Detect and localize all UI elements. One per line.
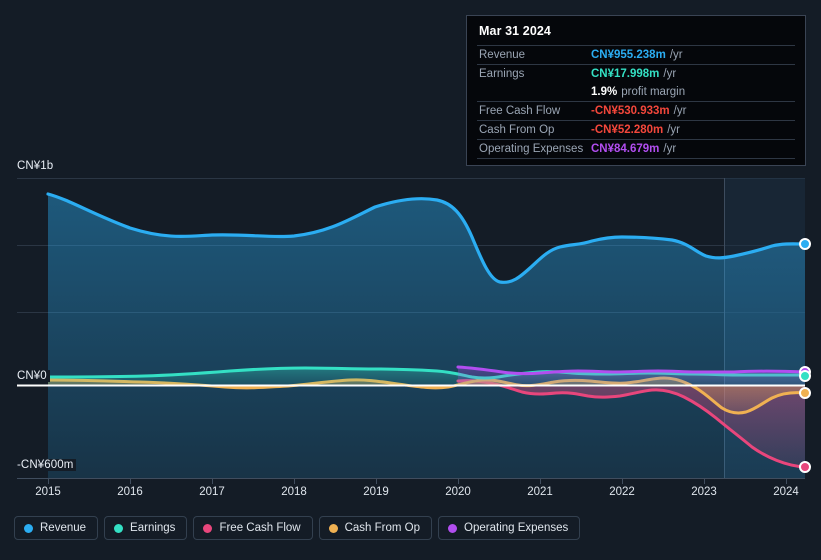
- tooltip-value-profit-margin: 1.9%: [591, 86, 618, 98]
- tooltip-value-free-cash-flow: -CN¥530.933m: [591, 105, 670, 117]
- legend-item-earnings[interactable]: Earnings: [104, 516, 188, 540]
- legend-item-operating-expenses[interactable]: Operating Expenses: [438, 516, 581, 540]
- earnings-end-marker: [799, 370, 811, 382]
- x-axis-label-2022: 2022: [609, 486, 635, 498]
- free-cash-flow-end-marker: [799, 461, 811, 473]
- legend-dot-operating-expenses: [448, 523, 458, 533]
- x-axis-label-2015: 2015: [35, 486, 61, 498]
- x-axis-label-2020: 2020: [445, 486, 471, 498]
- tooltip-unit-revenue: /yr: [669, 49, 683, 61]
- tooltip-label-earnings: Earnings: [479, 68, 525, 80]
- tooltip-unit-earnings: /yr: [663, 68, 677, 80]
- y-axis-label-bottom: -CN¥600m: [0, 459, 77, 471]
- tooltip-unit-free-cash-flow: /yr: [673, 105, 687, 117]
- cash-from-op-end-marker: [799, 387, 811, 399]
- tooltip-label-cash-from-op: Cash From Op: [479, 124, 555, 136]
- tooltip-row-revenue: Revenue CN¥955.238m /yr: [477, 45, 795, 64]
- legend-dot-cash-from-op: [328, 523, 338, 533]
- legend-item-revenue[interactable]: Revenue: [14, 516, 99, 540]
- legend-label-free-cash-flow: Free Cash Flow: [219, 522, 301, 534]
- tooltip-value-revenue: CN¥955.238m: [591, 49, 666, 61]
- x-axis-label-2023: 2023: [691, 486, 717, 498]
- tooltip-row-cash-from-op: Cash From Op -CN¥52.280m /yr: [477, 120, 795, 139]
- tooltip-row-profit-margin: 1.9% profit margin: [477, 83, 795, 101]
- tooltip-row-earnings: Earnings CN¥17.998m /yr: [477, 64, 795, 83]
- legend-label-earnings: Earnings: [130, 522, 176, 534]
- tooltip-label-revenue: Revenue: [479, 49, 526, 61]
- legend-dot-earnings: [114, 523, 124, 533]
- tooltip-unit-cash-from-op: /yr: [667, 124, 681, 136]
- x-axis-label-2016: 2016: [117, 486, 143, 498]
- tooltip-row-operating-expenses: Operating Expenses CN¥84.679m /yr: [477, 139, 795, 159]
- tooltip-value-earnings: CN¥17.998m: [591, 68, 660, 80]
- x-axis-label-2017: 2017: [199, 486, 225, 498]
- x-axis-label-2018: 2018: [281, 486, 307, 498]
- tooltip-label-free-cash-flow: Free Cash Flow: [479, 105, 561, 117]
- legend-dot-revenue: [24, 523, 33, 533]
- tooltip-date: Mar 31 2024: [479, 24, 551, 38]
- financial-chart-widget: CN¥1b CN¥0 -CN¥600m 2015 2016 2017 2018 …: [0, 0, 821, 560]
- chart-legend: Revenue Earnings Free Cash Flow Cash Fro…: [14, 516, 581, 540]
- y-axis-label-zero: CN¥0: [0, 370, 50, 382]
- tooltip-value-operating-expenses: CN¥84.679m: [591, 143, 660, 155]
- tooltip-unit-operating-expenses: /yr: [663, 143, 677, 155]
- x-axis-label-2019: 2019: [363, 486, 389, 498]
- revenue-end-marker: [799, 238, 811, 250]
- legend-dot-free-cash-flow: [203, 523, 213, 533]
- tooltip-label-operating-expenses: Operating Expenses: [479, 143, 584, 155]
- x-axis-label-2021: 2021: [527, 486, 553, 498]
- data-tooltip: Mar 31 2024 Revenue CN¥955.238m /yr Earn…: [466, 15, 806, 166]
- legend-label-cash-from-op: Cash From Op: [344, 522, 421, 534]
- legend-label-operating-expenses: Operating Expenses: [464, 522, 569, 534]
- legend-item-cash-from-op[interactable]: Cash From Op: [318, 516, 433, 540]
- x-axis-label-2024: 2024: [773, 486, 799, 498]
- tooltip-unit-profit-margin: profit margin: [621, 86, 686, 98]
- tooltip-value-cash-from-op: -CN¥52.280m: [591, 124, 664, 136]
- legend-label-revenue: Revenue: [40, 522, 87, 534]
- y-axis-label-top: CN¥1b: [0, 160, 57, 172]
- legend-item-free-cash-flow[interactable]: Free Cash Flow: [193, 516, 313, 540]
- tooltip-row-free-cash-flow: Free Cash Flow -CN¥530.933m /yr: [477, 101, 795, 120]
